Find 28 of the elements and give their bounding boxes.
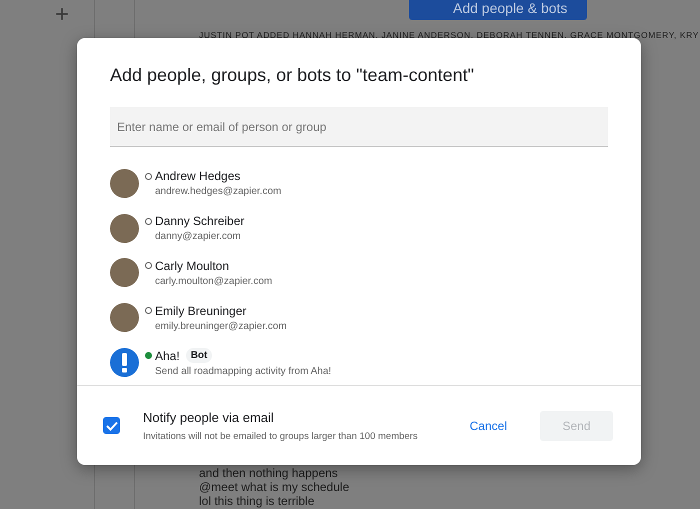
add-icon[interactable]: + [54,0,69,30]
bot-label: Bot [186,348,212,364]
exclamation-icon [110,348,139,378]
contact-name: Andrew Hedges [155,169,240,184]
avatar-photo-placeholder [110,168,139,198]
add-people-button[interactable]: Add people & bots [409,0,588,20]
avatar-photo-placeholder [110,303,139,332]
contact-detail: emily.breuninger@zapier.com [155,320,287,332]
notify-checkbox[interactable] [103,417,120,434]
contact-name: Carly Moulton [155,258,230,273]
notify-hint: Invitations will not be emailed to groups larger than 100 members [143,430,419,442]
chat-message: lol this thing is terrible [199,494,316,508]
system-message: JUSTIN POT ADDED HANNAH HERMAN, JANINE ANDERSON, DEBORAH TENNEN, GRACE MONTGOMERY, KRY [199,30,699,40]
contact-name: Danny Schreiber [155,214,244,228]
contact-detail: andrew.hedges@zapier.com [155,186,282,198]
search-field[interactable]: Enter name or email of person or group [110,107,608,147]
chat-message: and then nothing happens [199,466,339,480]
contact-detail: danny@zapier.com [155,231,242,242]
contact-name: Emily Breuninger [155,304,246,318]
contact-detail: Send all roadmapping activity from Aha! [155,366,332,378]
dialog-title: Add people, groups, or bots to "team-content" [109,64,475,87]
notify-label: Notify people via email [143,410,275,424]
contact-name: Aha! [155,348,180,363]
contact-detail: carly.moulton@zapier.com [155,276,272,287]
avatar-photo-placeholder [110,214,139,243]
cancel-button[interactable]: Cancel [448,410,528,440]
avatar-photo-placeholder [110,258,139,288]
chat-message: @meet what is my schedule [199,480,350,494]
